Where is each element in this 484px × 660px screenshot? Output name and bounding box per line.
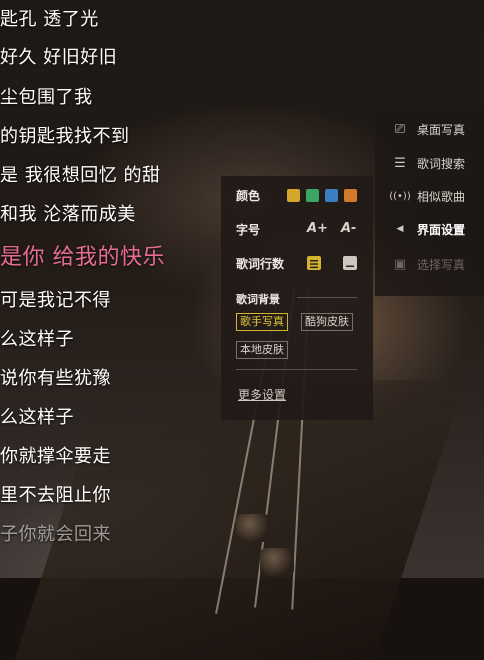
desktop-photo-icon: ⎚ (394, 121, 406, 137)
current-lyric-line: 是你 给我的快乐 (0, 245, 165, 270)
kugou-skin-option[interactable]: 酷狗皮肤 (301, 313, 353, 331)
lyric-line: 是 我很想回忆 的甜 (0, 165, 161, 186)
tuning-peg (236, 514, 270, 542)
lyric-line: 你就撑伞要走 (0, 446, 111, 467)
similar-songs-icon: ((•)) (389, 190, 411, 202)
color-swatch-blue[interactable] (325, 189, 338, 202)
menu-label: 选择写真 (417, 257, 466, 272)
color-swatch-yellow[interactable] (287, 189, 300, 202)
lyric-line: 里不去阻止你 (0, 485, 111, 506)
lyric-line: 可是我记不得 (0, 290, 111, 311)
lyric-line: 尘包围了我 (0, 87, 93, 108)
color-swatch-green[interactable] (306, 189, 319, 202)
lyric-lines-label: 歌词行数 (236, 256, 285, 271)
similar-songs-button[interactable]: ((•)) 相似歌曲 (375, 182, 484, 210)
local-skin-option[interactable]: 本地皮肤 (236, 341, 288, 359)
single-line-icon[interactable] (343, 256, 357, 270)
lyric-search-button[interactable]: ☰ 歌词搜索 (375, 149, 484, 177)
multi-line-icon[interactable] (307, 256, 321, 270)
divider (236, 369, 357, 370)
lyric-search-icon: ☰ (394, 155, 406, 171)
lyric-line: 的钥匙我找不到 (0, 126, 130, 147)
menu-label: 界面设置 (417, 222, 466, 237)
interface-settings-icon: ◀ (396, 224, 404, 234)
desktop-photo-button[interactable]: ⎚ 桌面写真 (375, 115, 484, 143)
singer-photo-option[interactable]: 歌手写真 (236, 313, 288, 331)
font-size-row: 字号 A+ A- (236, 218, 361, 240)
color-row: 颜色 (236, 184, 361, 206)
lyric-line: 么这样子 (0, 329, 74, 350)
lyric-lines-row: 歌词行数 (236, 252, 361, 274)
background-row: 歌词背景 (236, 288, 361, 310)
interface-settings-panel: 颜色 字号 A+ A- 歌词行数 歌词背景 歌手写真 酷狗皮肤 本地皮肤 更多设… (221, 176, 373, 420)
color-label: 颜色 (236, 188, 261, 203)
lyric-line: 好久 好旧好旧 (0, 47, 118, 68)
menu-label: 桌面写真 (417, 122, 466, 137)
menu-label: 相似歌曲 (417, 189, 466, 204)
select-photo-button[interactable]: ▣ 选择写真 (375, 250, 484, 278)
font-decrease-button[interactable]: A- (341, 221, 356, 236)
lyric-line: 子你就会回来 (0, 524, 111, 545)
divider (297, 297, 357, 298)
background-label: 歌词背景 (236, 293, 280, 306)
more-settings-link[interactable]: 更多设置 (238, 386, 286, 403)
lyric-line: 么这样子 (0, 407, 74, 428)
select-photo-icon: ▣ (393, 256, 407, 272)
lyric-line: 和我 沦落而成美 (0, 204, 136, 225)
tuning-peg (260, 548, 294, 576)
side-menu: ⎚ 桌面写真 ☰ 歌词搜索 ((•)) 相似歌曲 ◀ 界面设置 ▣ 选择写真 (375, 106, 484, 296)
font-size-label: 字号 (236, 222, 261, 237)
color-swatch-orange[interactable] (344, 189, 357, 202)
interface-settings-button[interactable]: ◀ 界面设置 (375, 215, 484, 243)
menu-label: 歌词搜索 (417, 156, 466, 171)
font-increase-button[interactable]: A+ (307, 221, 328, 236)
lyric-line: 说你有些犹豫 (0, 368, 111, 389)
lyric-line: 匙孔 透了光 (0, 9, 99, 30)
